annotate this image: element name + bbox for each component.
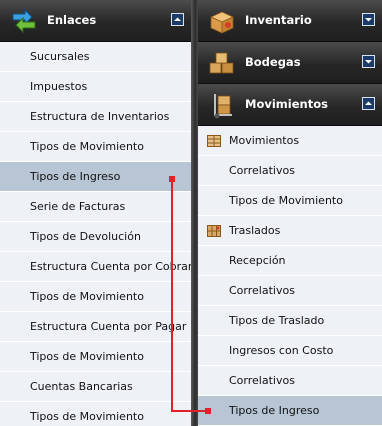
box-icon xyxy=(207,6,237,36)
menu-item-estructura-cxp[interactable]: Estructura Cuenta por Pagar xyxy=(0,312,191,342)
hand-truck-icon xyxy=(207,90,237,120)
bodegas-title: Bodegas xyxy=(245,55,301,69)
inventario-title: Inventario xyxy=(245,13,312,27)
menu-item-cuentas-bancarias[interactable]: Cuentas Bancarias xyxy=(0,372,191,402)
collapse-toggle-icon[interactable] xyxy=(171,13,184,26)
menu-item-estructura-cxc[interactable]: Estructura Cuenta por Cobrar xyxy=(0,252,191,282)
menu-item-tipos-ingreso[interactable]: Tipos de Ingreso xyxy=(0,162,191,192)
menu-item-estructura-inventarios[interactable]: Estructura de Inventarios xyxy=(0,102,191,132)
menu-item-label: Estructura Cuenta por Pagar xyxy=(30,320,187,333)
group-label: Traslados xyxy=(229,224,281,237)
menu-item-ingresos-costo[interactable]: Ingresos con Costo xyxy=(198,336,382,366)
arrows-icon xyxy=(9,6,39,36)
menu-item-tipos-movimiento-bancos[interactable]: Tipos de Movimiento xyxy=(0,402,191,426)
menu-item-label: Correlativos xyxy=(229,164,295,177)
menu-item-tipos-movimiento[interactable]: Tipos de Movimiento xyxy=(198,186,382,216)
menu-item-sucursales[interactable]: Sucursales xyxy=(0,42,191,72)
menu-item-tipos-ingreso[interactable]: Tipos de Ingreso xyxy=(198,396,382,426)
movimientos-title: Movimientos xyxy=(245,97,328,111)
collapse-toggle-icon[interactable] xyxy=(362,97,375,110)
menu-item-correlativos[interactable]: Correlativos xyxy=(198,276,382,306)
menu-item-tipos-movimiento[interactable]: Tipos de Movimiento xyxy=(0,132,191,162)
menu-item-label: Tipos de Movimiento xyxy=(30,350,144,363)
menu-item-label: Tipos de Movimiento xyxy=(30,140,144,153)
menu-item-label: Impuestos xyxy=(30,80,88,93)
menu-item-correlativos[interactable]: Correlativos xyxy=(198,156,382,186)
enlaces-header[interactable]: Enlaces xyxy=(0,0,191,42)
menu-item-label: Tipos de Ingreso xyxy=(229,404,320,417)
menu-item-label: Tipos de Movimiento xyxy=(30,410,144,423)
panel-divider xyxy=(191,0,198,426)
menu-item-label: Recepción xyxy=(229,254,286,267)
menu-item-tipos-devolucion[interactable]: Tipos de Devolución xyxy=(0,222,191,252)
inventario-header[interactable]: Inventario xyxy=(198,0,382,42)
menu-item-recepcion[interactable]: Recepción xyxy=(198,246,382,276)
menu-item-label: Sucursales xyxy=(30,50,90,63)
menu-item-serie-facturas[interactable]: Serie de Facturas xyxy=(0,192,191,222)
menu-item-correlativos[interactable]: Correlativos xyxy=(198,366,382,396)
menu-item-label: Tipos de Movimiento xyxy=(30,290,144,303)
group-traslados[interactable]: Traslados xyxy=(198,216,382,246)
menu-item-label: Ingresos con Costo xyxy=(229,344,334,357)
menu-item-label: Correlativos xyxy=(229,284,295,297)
menu-item-label: Serie de Facturas xyxy=(30,200,126,213)
menu-item-tipos-movimiento-cxp[interactable]: Tipos de Movimiento xyxy=(0,342,191,372)
menu-item-tipos-movimiento-cxc[interactable]: Tipos de Movimiento xyxy=(0,282,191,312)
boxes-icon xyxy=(207,48,237,78)
menu-item-label: Tipos de Devolución xyxy=(30,230,141,243)
menu-item-label: Estructura de Inventarios xyxy=(30,110,170,123)
menu-item-label: Estructura Cuenta por Cobrar xyxy=(30,260,191,273)
bodegas-header[interactable]: Bodegas xyxy=(198,42,382,84)
left-menu-panel: Enlaces Sucursales Impuestos Estructura … xyxy=(0,0,191,426)
menu-item-tipos-traslado[interactable]: Tipos de Traslado xyxy=(198,306,382,336)
menu-item-label: Tipos de Movimiento xyxy=(229,194,343,207)
menu-item-label: Cuentas Bancarias xyxy=(30,380,133,393)
group-label: Movimientos xyxy=(229,134,300,147)
expand-toggle-icon[interactable] xyxy=(362,55,375,68)
menu-item-label: Correlativos xyxy=(229,374,295,387)
menu-item-label: Tipos de Ingreso xyxy=(30,170,121,183)
menu-item-impuestos[interactable]: Impuestos xyxy=(0,72,191,102)
right-menu-panel: Inventario Bodegas Movimientos Movimient… xyxy=(198,0,382,426)
group-movimientos[interactable]: Movimientos xyxy=(198,126,382,156)
enlaces-title: Enlaces xyxy=(47,13,97,27)
crate-icon xyxy=(207,135,221,150)
expand-toggle-icon[interactable] xyxy=(362,13,375,26)
crate-icon xyxy=(207,225,221,240)
menu-item-label: Tipos de Traslado xyxy=(229,314,325,327)
movimientos-header[interactable]: Movimientos xyxy=(198,84,382,126)
